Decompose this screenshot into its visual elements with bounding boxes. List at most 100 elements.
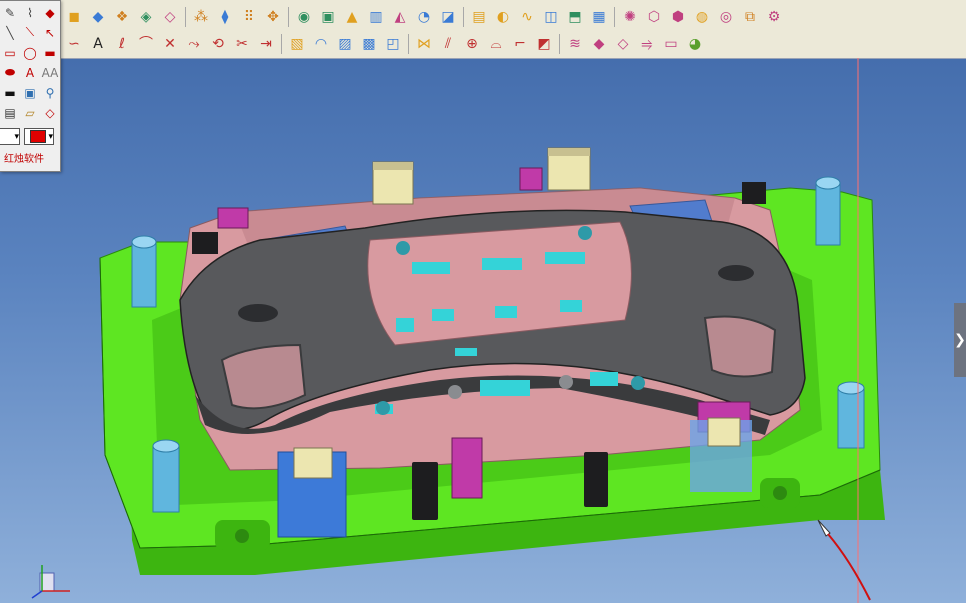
array-button[interactable]: ⠿ [239,7,259,27]
bumper-lower-opening-right [703,315,777,378]
core-button[interactable]: ◆ [589,34,609,54]
highlight-tool-button[interactable]: ▬ [0,83,20,102]
clamp-hole-left [235,529,249,543]
settings-button[interactable]: ⚙ [764,7,784,27]
fog-lamp-right [718,265,754,281]
runner-button[interactable]: ⥤ [637,34,657,54]
side-panel-expand-tab[interactable]: ❯ [954,303,966,377]
font-size-tool-button[interactable]: AA [40,63,60,82]
filled-rect-tool-button[interactable]: ▬ [40,43,60,62]
join-button[interactable]: ⊕ [462,34,482,54]
toolbar-row-1: ◼ ◆ ❖ ◈ ◇ ⁂ ⧫ ⠿ ✥ ◉ ▣ ▲ ▥ ◭ ◔ ◪ ▤ ◐ ∿ ◫ ⬒ ▦ ✺ ⬡ ⬢ ◍ ◎ ⧉ ⚙ [62,4,786,30]
measure-button[interactable]: ⬡ [644,7,664,27]
spline-button[interactable]: ∽ [64,34,84,54]
parting-line-button[interactable]: ≋ [565,34,585,54]
move-button[interactable]: ✥ [263,7,283,27]
pattern-button[interactable]: ⁂ [191,7,211,27]
material-button[interactable]: ◎ [716,7,736,27]
revolve-button[interactable]: ◐ [493,7,513,27]
rib-button[interactable]: ▥ [366,7,386,27]
boss-button[interactable]: ▲ [342,7,362,27]
clamp-hole-right [773,486,787,500]
extrude-button[interactable]: ▤ [469,7,489,27]
chevron-right-icon: ❯ [954,332,966,348]
color-icon: ◕ [688,36,702,52]
flange-button[interactable]: ⌐ [510,34,530,54]
mirror-button[interactable]: ⧫ [215,7,235,27]
model-viewport[interactable] [0,58,966,603]
draft-button[interactable]: ◭ [390,7,410,27]
wrap-button[interactable]: ⟲ [208,34,228,54]
curve-button[interactable]: ℓ [112,34,132,54]
ellipse-tool-button[interactable]: ◯ [20,43,40,62]
rectangle-tool-button[interactable]: ▭ [0,43,20,62]
fill-bucket-icon: ◆ [45,5,55,20]
intersect-button[interactable]: ✕ [160,34,180,54]
blend-button[interactable]: ◠ [311,34,331,54]
fillet-button[interactable]: ◔ [414,7,434,27]
line-width-select[interactable]: ▾ [0,128,20,145]
extend-button[interactable]: ⇥ [256,34,276,54]
ruled-surface-icon: ▨ [338,36,352,52]
arc-button[interactable]: ⌒ [136,34,156,54]
intersect-icon: ✕ [164,36,176,52]
part-button[interactable]: ◼ [64,7,84,27]
sweep-icon: ∿ [521,9,533,25]
arrow-tool-button[interactable]: ↖ [40,23,60,42]
analysis-button[interactable]: ✺ [620,7,640,27]
thicken-button[interactable]: ▦ [589,7,609,27]
chamfer-icon: ◪ [441,9,455,25]
zoom-tool-button[interactable]: ⚲ [40,83,60,102]
join-icon: ⊕ [466,36,478,52]
boundary-surface-button[interactable]: ◰ [383,34,403,54]
text-tool-button[interactable]: A [20,63,40,82]
shell-button[interactable]: ◇ [160,7,180,27]
open-folder-tool-icon: ▱ [25,105,35,120]
project-button[interactable]: ⤳ [184,34,204,54]
text-button[interactable]: A [88,34,108,54]
save-tool-button[interactable]: ▤ [0,103,20,122]
cavity-button[interactable]: ◇ [613,34,633,54]
sweep-button[interactable]: ∿ [517,7,537,27]
mold-base-button[interactable]: ▭ [661,34,681,54]
color-button[interactable]: ◕ [685,34,705,54]
split-button[interactable]: ⫽ [438,34,458,54]
polyline-tool-button[interactable]: ⟍ [20,23,40,42]
filled-ellipse-tool-button[interactable]: ⬬ [0,63,20,82]
mesh-surface-button[interactable]: ▩ [359,34,379,54]
surface-icon: ◈ [140,9,152,25]
pocket-button[interactable]: ▣ [318,7,338,27]
loft-button[interactable]: ◫ [541,7,561,27]
render-button[interactable]: ◍ [692,7,712,27]
eyedropper-button[interactable]: ⌇ [20,3,40,22]
fill-bucket-button[interactable]: ◆ [40,3,60,22]
pencil-button[interactable]: ✎ [0,3,20,22]
line-tool-button[interactable]: ╲ [0,23,20,42]
blend-icon: ◠ [314,36,328,52]
mold-base-icon: ▭ [664,36,678,52]
fill-button[interactable]: ◩ [534,34,554,54]
bridge-button[interactable]: ⌓ [486,34,506,54]
section-button[interactable]: ⬢ [668,7,688,27]
toolbar-separator [288,7,289,27]
knit-button[interactable]: ⋈ [414,34,434,54]
surface-button[interactable]: ◈ [136,7,156,27]
solid-box-button[interactable]: ◆ [88,7,108,27]
patch-button[interactable]: ▧ [287,34,307,54]
eraser-tool-button[interactable]: ◇ [40,103,60,122]
hole-button[interactable]: ◉ [294,7,314,27]
trim-button[interactable]: ✂ [232,34,252,54]
color-select[interactable]: ▾ [24,128,54,145]
image-tool-button[interactable]: ▣ [20,83,40,102]
assembly-button[interactable]: ❖ [112,7,132,27]
layer-button[interactable]: ⧉ [740,7,760,27]
chamfer-button[interactable]: ◪ [438,7,458,27]
offset-button[interactable]: ⬒ [565,7,585,27]
ruled-surface-button[interactable]: ▨ [335,34,355,54]
open-folder-tool-button[interactable]: ▱ [20,103,40,122]
toolbar-separator [614,7,615,27]
line-tool-icon: ╲ [6,25,14,40]
boundary-surface-icon: ◰ [386,36,400,52]
palette-tool-grid: ✎ ⌇ ◆ ╲ ⟍ ↖ ▭ ◯ ▬ ⬬ A AA ▬ ▣ ⚲ ▤ ▱ ◇ [0,3,60,122]
polyline-tool-icon: ⟍ [25,25,35,39]
